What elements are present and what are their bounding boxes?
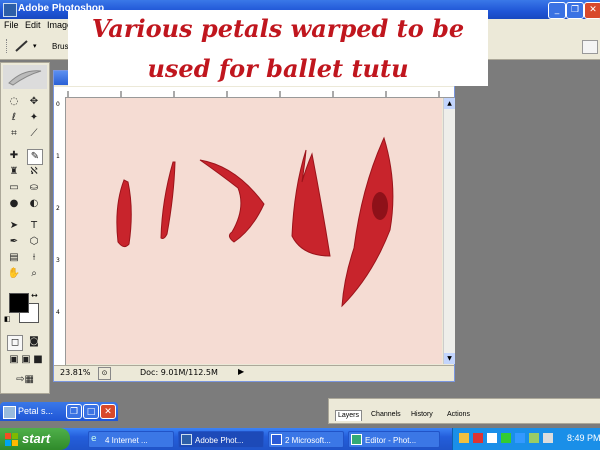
restore-button[interactable]: ❐ xyxy=(66,404,82,419)
minimized-window[interactable]: Petal s... ❐ □ ✕ xyxy=(0,402,118,421)
word-icon xyxy=(271,434,282,445)
status-menu-icon[interactable]: ⊙ xyxy=(98,367,111,380)
move-tool-icon[interactable]: ✥ xyxy=(27,95,41,109)
brush-label: Brus xyxy=(52,42,69,51)
brush-tool-selected-icon[interactable]: ✎ xyxy=(27,149,43,165)
taskbar-item-internet[interactable]: 4 Internet ... xyxy=(88,431,174,448)
blur-tool-icon[interactable]: ● xyxy=(7,197,21,211)
dodge-tool-icon[interactable]: ◐ xyxy=(27,197,41,211)
eraser-tool-icon[interactable]: ▭ xyxy=(7,181,21,195)
petal-1 xyxy=(116,179,132,248)
quick-mask-mode-icon[interactable]: ◙ xyxy=(27,335,41,349)
tray-icon[interactable] xyxy=(515,433,525,443)
eyedropper-tool-icon[interactable]: ⟊ xyxy=(27,251,41,265)
scroll-down-icon[interactable]: ▼ xyxy=(444,353,455,364)
ruler-number: 0 xyxy=(56,101,60,108)
swap-colors-icon[interactable]: ↔ xyxy=(31,291,38,300)
ie-icon: e xyxy=(91,434,97,444)
petal-3 xyxy=(199,159,265,243)
maximize-button[interactable]: □ xyxy=(83,404,99,419)
petal-4 xyxy=(291,149,331,257)
tab-layers[interactable]: Layers xyxy=(335,410,363,421)
tab-actions[interactable]: Actions xyxy=(445,410,472,420)
palette-well-icon[interactable] xyxy=(582,40,598,54)
lasso-tool-icon[interactable]: ℓ xyxy=(7,111,21,125)
ruler-number: 2 xyxy=(56,205,60,212)
minimized-window-label: Petal s... xyxy=(18,406,54,416)
vertical-scrollbar[interactable]: ▲ ▼ xyxy=(443,98,455,364)
history-brush-tool-icon[interactable]: ℵ xyxy=(27,165,41,179)
ruler-number: 4 xyxy=(56,309,60,316)
document-size-info: Doc: 9.01M/112.5M xyxy=(140,368,218,377)
hand-tool-icon[interactable]: ✋ xyxy=(7,267,21,281)
tray-icon[interactable] xyxy=(487,433,497,443)
default-colors-icon[interactable]: ◧ xyxy=(4,315,11,323)
pen-tool-icon[interactable]: ✒ xyxy=(7,235,21,249)
scroll-up-icon[interactable]: ▲ xyxy=(444,98,455,109)
marquee-tool-icon[interactable]: ◌ xyxy=(7,95,21,109)
ruler-horizontal xyxy=(54,87,454,98)
healing-brush-tool-icon[interactable]: ✚ xyxy=(7,149,21,163)
document-icon xyxy=(3,406,16,419)
tab-history[interactable]: History xyxy=(409,410,435,420)
notes-tool-icon[interactable]: ▤ xyxy=(7,251,21,265)
caption-box: Various petals warped to be used for bal… xyxy=(68,10,488,86)
menu-file[interactable]: File xyxy=(4,20,19,30)
windows-logo-icon xyxy=(5,433,18,446)
editor-icon xyxy=(351,434,362,445)
zoom-tool-icon[interactable]: ⌕ xyxy=(27,267,41,281)
document-window: 0 1 2 3 4 ▲ ▼ 23.81% ⊙ Doc: 9.01M/112.5M… xyxy=(53,70,455,382)
type-tool-icon[interactable]: T xyxy=(27,219,41,233)
standard-mode-icon[interactable]: ◻ xyxy=(7,335,23,351)
caption-line-2: used for ballet tutu xyxy=(147,54,409,83)
tray-icon[interactable] xyxy=(473,433,483,443)
toolbox: ◌ ✥ ℓ ✦ ⌗ ⟋ ✚ ✎ ♜ ℵ ▭ ⛀ ● ◐ ➤ T ✒ ⬡ ▤ ⟊ … xyxy=(0,62,50,394)
adobe-feather-icon xyxy=(3,65,47,89)
tray-icon[interactable] xyxy=(459,433,469,443)
path-selection-tool-icon[interactable]: ➤ xyxy=(7,219,21,233)
restore-button[interactable]: ❐ xyxy=(566,2,584,19)
document-status-bar: 23.81% ⊙ Doc: 9.01M/112.5M ▶ xyxy=(54,365,454,380)
ruler-vertical: 0 1 2 3 4 xyxy=(54,97,66,365)
magic-wand-tool-icon[interactable]: ✦ xyxy=(27,111,41,125)
foreground-color-swatch[interactable] xyxy=(9,293,29,313)
minimize-button[interactable]: _ xyxy=(548,2,566,19)
tray-icon[interactable] xyxy=(529,433,539,443)
paint-bucket-tool-icon[interactable]: ⛀ xyxy=(27,181,41,195)
caption-line-1: Various petals warped to be xyxy=(91,14,465,43)
system-tray: 8:49 PM xyxy=(452,428,600,450)
status-arrow-icon[interactable]: ▶ xyxy=(238,367,244,376)
jump-to-imageready-icon[interactable]: ⇨▦ xyxy=(7,373,43,387)
options-grip xyxy=(6,39,9,53)
shape-tool-icon[interactable]: ⬡ xyxy=(27,235,41,249)
layers-palette: Layers Channels History Actions xyxy=(328,398,600,424)
screen-mode-full-icon[interactable]: ■ xyxy=(31,353,45,367)
crop-tool-icon[interactable]: ⌗ xyxy=(7,127,21,141)
close-button[interactable]: ✕ xyxy=(100,404,116,419)
photoshop-icon xyxy=(3,3,17,17)
image-canvas[interactable] xyxy=(66,98,442,364)
volume-icon[interactable] xyxy=(543,433,553,443)
ruler-number: 1 xyxy=(56,153,60,160)
slice-tool-icon[interactable]: ⟋ xyxy=(27,127,41,141)
tab-channels[interactable]: Channels xyxy=(369,410,403,420)
menu-edit[interactable]: Edit xyxy=(25,20,41,30)
petal-2 xyxy=(160,161,176,239)
close-button[interactable]: ✕ xyxy=(584,2,600,19)
photoshop-icon xyxy=(181,434,192,445)
tray-icon[interactable] xyxy=(501,433,511,443)
clock: 8:49 PM xyxy=(567,433,600,443)
petal-5-fold xyxy=(372,192,388,220)
zoom-level[interactable]: 23.81% xyxy=(60,368,91,377)
brush-tool-icon[interactable] xyxy=(14,39,30,53)
clone-stamp-tool-icon[interactable]: ♜ xyxy=(7,165,21,179)
ruler-number: 3 xyxy=(56,257,60,264)
petal-5 xyxy=(341,136,394,308)
tool-preset-dropdown-icon[interactable]: ▾ xyxy=(33,42,37,50)
